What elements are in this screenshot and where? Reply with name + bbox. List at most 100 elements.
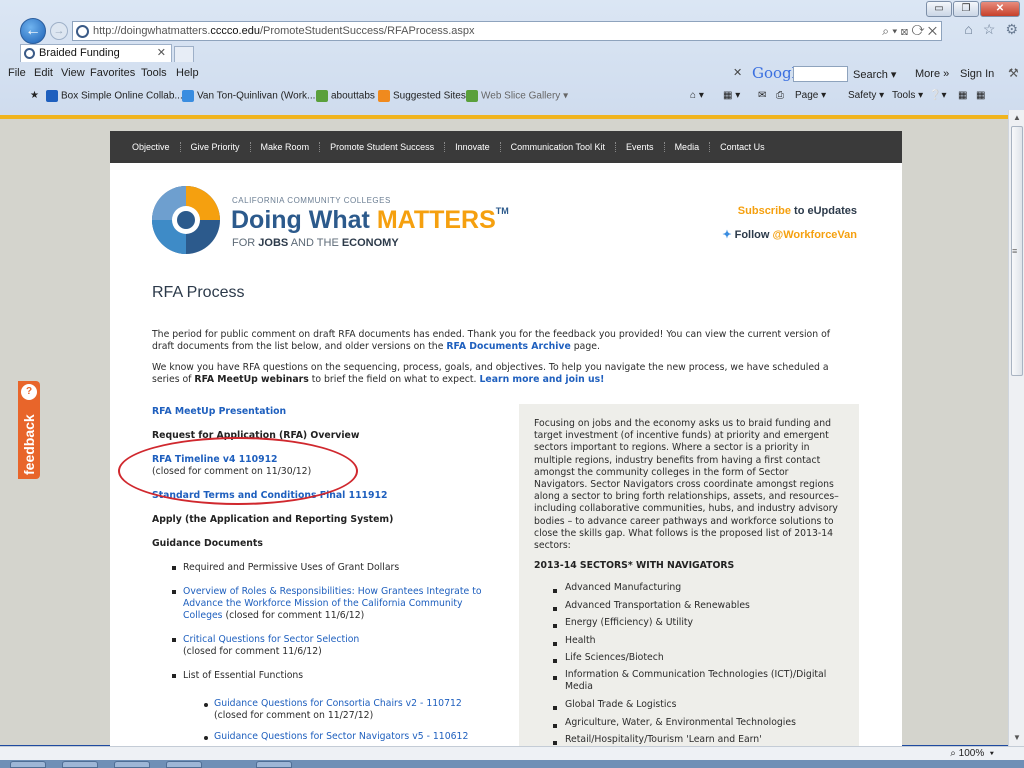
help-icon: ❔ bbox=[929, 90, 942, 101]
tab-braided-funding[interactable]: Braided Funding ✕ bbox=[20, 44, 172, 62]
taskbar-button[interactable] bbox=[114, 761, 150, 768]
twitter-bird-icon bbox=[182, 90, 194, 102]
scroll-grip-icon: ≡ bbox=[1012, 246, 1018, 256]
taskbar-button[interactable] bbox=[62, 761, 98, 768]
box-icon bbox=[46, 90, 58, 102]
tab-close-icon[interactable]: ✕ bbox=[157, 46, 166, 59]
onenote-linked-icon[interactable]: ▦ bbox=[976, 90, 985, 101]
menu-help[interactable]: Help bbox=[176, 67, 199, 79]
maximize-button[interactable]: ❐ bbox=[953, 1, 979, 17]
wrench-icon[interactable]: ⚒ bbox=[1008, 66, 1019, 80]
guidance-item-essential-functions: List of Essential Functions bbox=[183, 670, 304, 681]
favorite-abouttabs[interactable]: abouttabs bbox=[316, 90, 375, 102]
home-dropdown[interactable]: ⌂ ▾ bbox=[690, 90, 704, 101]
taskbar-button[interactable] bbox=[166, 761, 202, 768]
nav-communication-tool-kit[interactable]: Communication Tool Kit bbox=[501, 142, 617, 152]
favorite-box[interactable]: Box Simple Online Collab... bbox=[46, 90, 183, 102]
browser-chrome: ▭ ❐ ✕ ← → http://doingwhatmatters.cccco.… bbox=[0, 0, 1024, 115]
sector-item: Health bbox=[565, 635, 596, 646]
menu-file[interactable]: File bbox=[8, 67, 26, 79]
favorite-van-twitter[interactable]: Van Ton-Quinlivan (Work... bbox=[182, 90, 315, 102]
nav-contact-us[interactable]: Contact Us bbox=[710, 142, 775, 152]
google-search-input[interactable] bbox=[793, 66, 848, 82]
feedback-tab[interactable]: ? feedback bbox=[18, 381, 40, 479]
back-button[interactable]: ← bbox=[20, 18, 46, 44]
bullet-icon bbox=[553, 607, 557, 611]
settings-gear-icon[interactable]: ⚙ bbox=[1005, 21, 1018, 38]
taskbar bbox=[0, 760, 1024, 768]
tools-menu[interactable]: Tools ▾ bbox=[892, 90, 923, 101]
minimize-button[interactable]: ▭ bbox=[926, 1, 952, 17]
title-bar: ▭ ❐ ✕ bbox=[0, 0, 1024, 17]
twitter-bird-icon: ✦ bbox=[722, 229, 732, 241]
close-window-button[interactable]: ✕ bbox=[980, 1, 1020, 17]
zoom-control[interactable]: ⌕ 100% ▾ bbox=[950, 748, 994, 759]
menu-tools[interactable]: Tools bbox=[141, 67, 167, 79]
nav-objective[interactable]: Objective bbox=[122, 142, 181, 152]
bullet-icon bbox=[172, 674, 176, 678]
nav-make-room[interactable]: Make Room bbox=[251, 142, 321, 152]
onenote-icon[interactable]: ▦ bbox=[958, 90, 967, 101]
url-text[interactable]: http://doingwhatmatters.cccco.edu/Promot… bbox=[93, 25, 475, 37]
guidance-item-roles-line-1[interactable]: Overview of Roles & Responsibilities: Ho… bbox=[183, 586, 482, 597]
red-annotation-circle bbox=[118, 437, 358, 505]
web-slice-icon bbox=[466, 90, 478, 102]
taskbar-button[interactable] bbox=[10, 761, 46, 768]
feeds-dropdown[interactable]: ▦ ▾ bbox=[723, 90, 740, 101]
forward-button[interactable]: → bbox=[50, 22, 68, 40]
print-icon[interactable]: ⎙ bbox=[776, 90, 784, 101]
bullet-icon bbox=[172, 590, 176, 594]
scroll-down-icon[interactable]: ▼ bbox=[1011, 732, 1023, 744]
safety-menu[interactable]: Safety ▾ bbox=[848, 90, 884, 101]
follow-twitter-link[interactable]: ✦ Follow @WorkforceVan bbox=[722, 228, 857, 241]
consortia-chairs-questions-link[interactable]: Guidance Questions for Consortia Chairs … bbox=[214, 698, 462, 709]
favorites-star-icon[interactable]: ☆ bbox=[983, 21, 996, 38]
favorite-web-slice-gallery[interactable]: Web Slice Gallery ▾ bbox=[466, 90, 568, 102]
menu-view[interactable]: View bbox=[61, 67, 85, 79]
logo-title[interactable]: Doing What MATTERSTM bbox=[231, 206, 509, 235]
favorites-star-icon[interactable]: ★ bbox=[30, 90, 39, 101]
ie-page-icon bbox=[316, 90, 328, 102]
page-menu[interactable]: Page ▾ bbox=[795, 90, 826, 101]
nav-promote-student-success[interactable]: Promote Student Success bbox=[320, 142, 446, 152]
page-title: RFA Process bbox=[152, 284, 245, 301]
nav-media[interactable]: Media bbox=[665, 142, 711, 152]
google-search-button[interactable]: Search ▾ bbox=[853, 68, 896, 81]
favorite-suggested-sites[interactable]: Suggested Sites ▾ bbox=[378, 90, 474, 102]
scroll-up-icon[interactable]: ▲ bbox=[1011, 112, 1023, 124]
menu-favorites[interactable]: Favorites bbox=[90, 67, 135, 79]
apply-heading[interactable]: Apply (the Application and Reporting Sys… bbox=[152, 514, 393, 525]
new-tab-button[interactable] bbox=[174, 46, 194, 62]
rfa-meetup-presentation-link[interactable]: RFA MeetUp Presentation bbox=[152, 406, 286, 417]
guidance-item-critical-questions-note: (closed for comment 11/6/12) bbox=[183, 646, 322, 657]
guidance-item-roles-line-2[interactable]: Advance the Workforce Mission of the Cal… bbox=[183, 598, 463, 609]
guidance-documents-heading: Guidance Documents bbox=[152, 538, 263, 549]
home-icon[interactable]: ⌂ bbox=[964, 21, 972, 38]
bullet-icon bbox=[172, 638, 176, 642]
subscribe-link[interactable]: Subscribe to eUpdates bbox=[738, 205, 857, 217]
learn-more-link[interactable]: Learn more and join us! bbox=[479, 374, 604, 385]
guidance-item-uses-of-grant-dollars[interactable]: Required and Permissive Uses of Grant Do… bbox=[183, 562, 399, 573]
nav-events[interactable]: Events bbox=[616, 142, 665, 152]
mail-icon[interactable]: ✉ bbox=[758, 90, 766, 101]
nav-give-priority[interactable]: Give Priority bbox=[181, 142, 251, 152]
bullet-icon bbox=[553, 676, 557, 680]
guidance-item-critical-questions[interactable]: Critical Questions for Sector Selection bbox=[183, 634, 359, 645]
bullet-icon bbox=[553, 706, 557, 710]
doing-what-matters-logo-icon[interactable] bbox=[150, 184, 222, 256]
rfa-documents-archive-link[interactable]: RFA Documents Archive bbox=[446, 341, 570, 352]
vertical-scrollbar[interactable]: ▲ ▼ bbox=[1008, 110, 1024, 746]
menu-edit[interactable]: Edit bbox=[34, 67, 53, 79]
tab-favicon-icon bbox=[24, 48, 35, 59]
address-bar[interactable]: http://doingwhatmatters.cccco.edu/Promot… bbox=[72, 21, 942, 41]
address-tools[interactable]: ⌕ ▾ ⊠ ⟳ ✕ bbox=[882, 24, 937, 39]
google-signin-button[interactable]: Sign In bbox=[960, 68, 994, 80]
help-dropdown[interactable]: ❔▾ bbox=[929, 90, 946, 101]
google-more-button[interactable]: More » bbox=[915, 68, 949, 80]
taskbar-button[interactable] bbox=[256, 761, 292, 768]
sector-item: Retail/Hospitality/Tourism 'Learn and Ea… bbox=[565, 734, 762, 745]
sector-navigators-questions-link[interactable]: Guidance Questions for Sector Navigators… bbox=[214, 731, 468, 742]
sub-bullet-icon bbox=[204, 703, 208, 707]
nav-innovate[interactable]: Innovate bbox=[445, 142, 501, 152]
google-toolbar-close[interactable]: ✕ bbox=[733, 66, 742, 79]
